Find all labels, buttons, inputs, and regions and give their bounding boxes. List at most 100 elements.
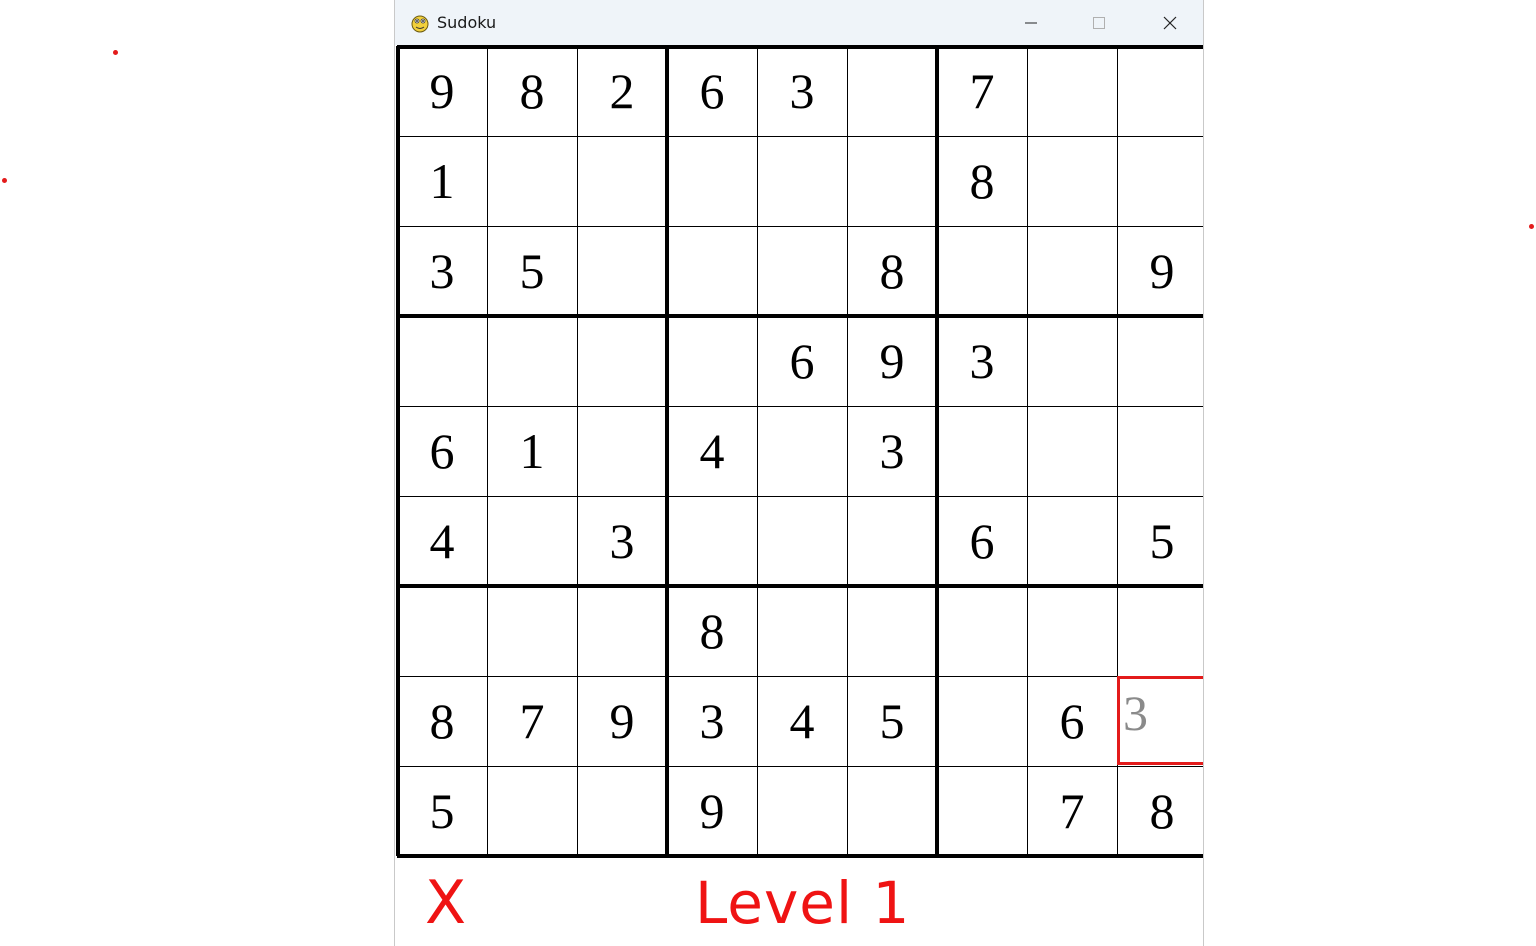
sudoku-cell[interactable]: 5 (487, 226, 577, 316)
sudoku-cell[interactable]: 4 (397, 496, 487, 586)
sudoku-cell[interactable] (487, 496, 577, 586)
sudoku-cell[interactable] (487, 136, 577, 226)
grid-line-vertical (757, 46, 758, 856)
sudoku-cell[interactable] (1027, 136, 1117, 226)
sudoku-cell[interactable]: 3 (757, 46, 847, 136)
sudoku-cell[interactable] (1027, 316, 1117, 406)
sudoku-cell[interactable] (937, 766, 1027, 856)
red-dot (113, 50, 118, 55)
sudoku-cell[interactable] (1117, 406, 1203, 496)
red-dot (2, 178, 7, 183)
grid-line-horizontal (397, 226, 1203, 227)
sudoku-cell[interactable]: 2 (577, 46, 667, 136)
python-snake-icon (411, 15, 429, 32)
sudoku-cell[interactable] (937, 406, 1027, 496)
maximize-button[interactable] (1065, 0, 1133, 45)
sudoku-cell[interactable] (757, 766, 847, 856)
sudoku-cell[interactable] (757, 136, 847, 226)
sudoku-cell[interactable] (397, 316, 487, 406)
sudoku-cell[interactable]: 8 (937, 136, 1027, 226)
sudoku-cell[interactable] (577, 406, 667, 496)
sudoku-cell[interactable] (667, 226, 757, 316)
window-title: Sudoku (437, 13, 497, 32)
sudoku-cell[interactable]: 7 (937, 46, 1027, 136)
sudoku-cell[interactable] (847, 586, 937, 676)
sudoku-cell[interactable]: 7 (487, 676, 577, 766)
sudoku-cell[interactable]: 6 (397, 406, 487, 496)
sudoku-cell[interactable]: 8 (487, 46, 577, 136)
sudoku-cell[interactable]: 1 (487, 406, 577, 496)
minimize-button[interactable] (997, 0, 1065, 45)
sudoku-cell-selected[interactable]: 3 (1117, 676, 1203, 766)
sudoku-cell[interactable] (1027, 586, 1117, 676)
sudoku-cell[interactable] (397, 586, 487, 676)
sudoku-cell[interactable] (1027, 226, 1117, 316)
sudoku-cell[interactable] (667, 136, 757, 226)
sudoku-cell[interactable]: 3 (937, 316, 1027, 406)
sudoku-cell[interactable] (847, 766, 937, 856)
sudoku-cell[interactable]: 7 (1027, 766, 1117, 856)
box-divider-vertical (396, 46, 400, 856)
sudoku-cell[interactable] (667, 316, 757, 406)
grid-line-horizontal (397, 676, 1203, 677)
sudoku-cell[interactable]: 9 (1117, 226, 1203, 316)
sudoku-cell[interactable]: 9 (667, 766, 757, 856)
sudoku-cell[interactable] (937, 226, 1027, 316)
sudoku-cell[interactable]: 8 (847, 226, 937, 316)
sudoku-cell[interactable]: 1 (397, 136, 487, 226)
sudoku-cell[interactable]: 8 (667, 586, 757, 676)
sudoku-cell[interactable] (577, 586, 667, 676)
sudoku-cell[interactable]: 3 (577, 496, 667, 586)
grid-line-vertical (847, 46, 848, 856)
sudoku-cell[interactable] (847, 46, 937, 136)
sudoku-cell[interactable]: 9 (397, 46, 487, 136)
sudoku-cell[interactable] (757, 496, 847, 586)
box-divider-vertical (665, 46, 669, 856)
sudoku-cell[interactable]: 5 (1117, 496, 1203, 586)
sudoku-cell[interactable] (847, 496, 937, 586)
sudoku-cell[interactable]: 5 (847, 676, 937, 766)
sudoku-cell[interactable]: 6 (937, 496, 1027, 586)
sudoku-cell[interactable] (1027, 406, 1117, 496)
box-divider-horizontal (397, 584, 1203, 588)
sudoku-cell[interactable]: 9 (847, 316, 937, 406)
close-button[interactable] (1136, 0, 1203, 45)
sudoku-cell[interactable]: 6 (757, 316, 847, 406)
sudoku-cell[interactable]: 3 (847, 406, 937, 496)
sudoku-cell[interactable]: 8 (1117, 766, 1203, 856)
sudoku-cell[interactable] (757, 406, 847, 496)
sudoku-cell[interactable] (937, 586, 1027, 676)
sudoku-cell[interactable] (1117, 586, 1203, 676)
sudoku-cell[interactable]: 8 (397, 676, 487, 766)
sudoku-cell[interactable] (1027, 46, 1117, 136)
sudoku-cell[interactable] (577, 136, 667, 226)
grid-line-horizontal (397, 496, 1203, 497)
sudoku-cell[interactable]: 6 (667, 46, 757, 136)
sudoku-cell[interactable] (757, 586, 847, 676)
sudoku-board: 982637183589693614343658879345635978 (396, 45, 1203, 858)
sudoku-cell[interactable] (1117, 46, 1203, 136)
sudoku-cell[interactable] (487, 316, 577, 406)
sudoku-cell[interactable] (757, 226, 847, 316)
sudoku-cell[interactable] (1027, 496, 1117, 586)
sudoku-cell[interactable]: 3 (667, 676, 757, 766)
grid-line-horizontal (397, 136, 1203, 137)
sudoku-cell[interactable]: 3 (397, 226, 487, 316)
sudoku-cell[interactable] (487, 766, 577, 856)
sudoku-cell[interactable] (577, 316, 667, 406)
sudoku-cell[interactable]: 6 (1027, 676, 1117, 766)
sudoku-cell[interactable] (937, 676, 1027, 766)
sudoku-cell[interactable] (667, 496, 757, 586)
sudoku-cell[interactable] (1117, 136, 1203, 226)
sudoku-cell[interactable] (577, 226, 667, 316)
sudoku-cell[interactable] (487, 586, 577, 676)
sudoku-cell[interactable] (1117, 316, 1203, 406)
sudoku-cell[interactable]: 9 (577, 676, 667, 766)
grid-line-vertical (1117, 46, 1118, 856)
sudoku-cell[interactable] (577, 766, 667, 856)
sudoku-cell[interactable]: 5 (397, 766, 487, 856)
sudoku-cell[interactable] (847, 136, 937, 226)
sudoku-cell[interactable]: 4 (667, 406, 757, 496)
grid-line-vertical (487, 46, 488, 856)
sudoku-cell[interactable]: 4 (757, 676, 847, 766)
